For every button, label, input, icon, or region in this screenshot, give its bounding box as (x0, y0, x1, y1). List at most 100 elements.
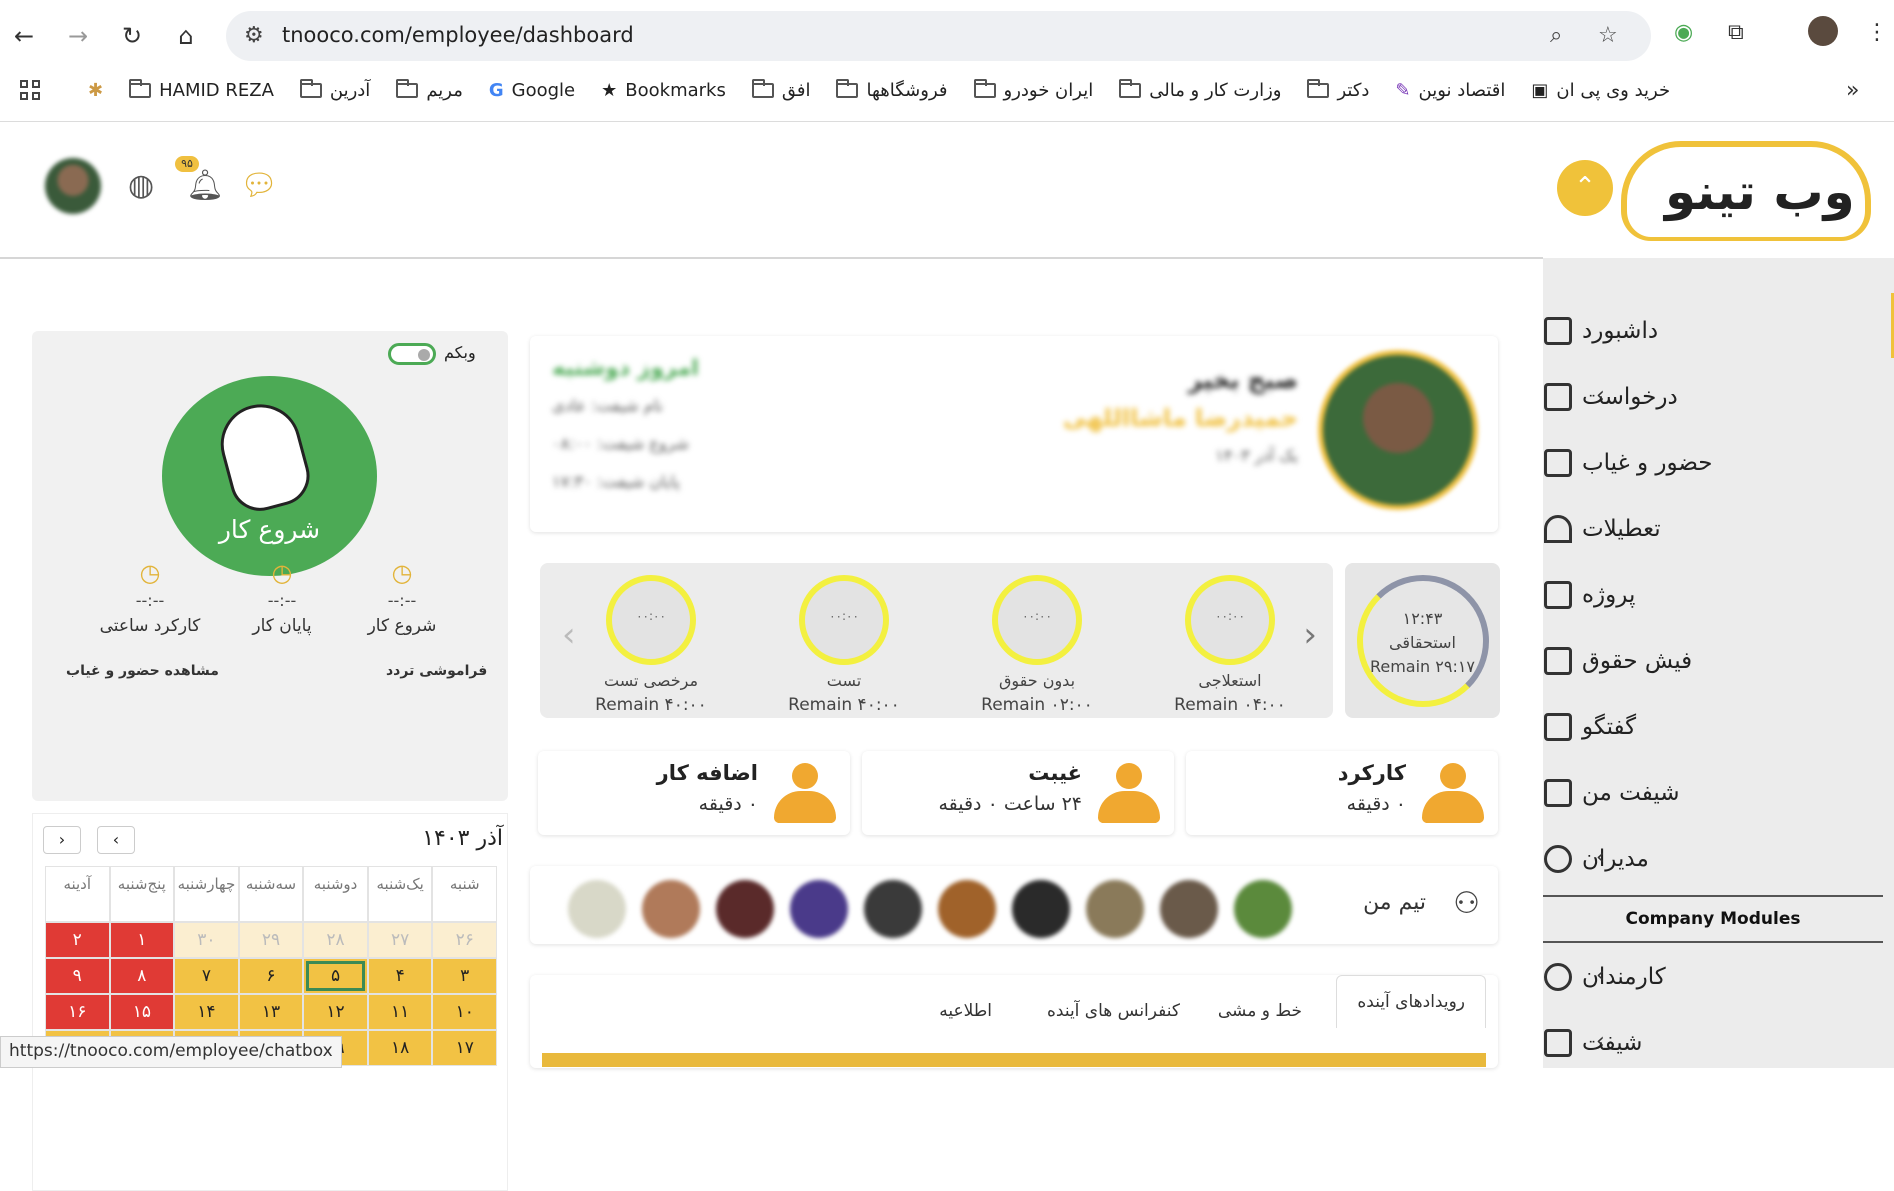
bookmark-item[interactable]: ✎ اقتصاد نوین (1395, 76, 1505, 104)
forward-icon[interactable]: → (62, 20, 94, 52)
calendar-day[interactable]: ۱۵ (109, 994, 175, 1030)
bookmark-item[interactable]: G Google (489, 76, 575, 104)
back-icon[interactable]: ← (8, 20, 40, 52)
chevron-left-icon[interactable]: ‹ (1596, 845, 1605, 870)
more-bookmarks-icon[interactable]: » (1846, 78, 1859, 103)
calendar-day[interactable]: ۱ (109, 922, 175, 958)
sidebar-item-attendance[interactable]: حضور و غیاب (1544, 443, 1844, 483)
tab-announcements[interactable]: اطلاعیه (939, 1001, 992, 1021)
bookmark-item[interactable]: ▣ خرید وی پی ان (1531, 76, 1670, 104)
chevron-left-icon[interactable]: ‹ (1596, 383, 1605, 408)
bookmark-star-icon[interactable]: ☆ (1598, 23, 1618, 48)
bookmark-item[interactable]: افق (751, 76, 810, 104)
sidebar-item-chat[interactable]: گفتگو (1544, 707, 1844, 747)
bookmark-item[interactable]: ★ Bookmarks (601, 76, 726, 104)
calendar-day[interactable]: ۴ (367, 958, 433, 994)
sidebar-item-project[interactable]: پروژه (1544, 575, 1844, 615)
reload-icon[interactable]: ↻ (116, 20, 148, 52)
tab-policy[interactable]: خط و مشی (1218, 1001, 1302, 1021)
tab-upcoming-events[interactable]: رویدادهای آینده (1336, 975, 1486, 1028)
team-avatar[interactable] (938, 880, 996, 938)
apps-grid-icon[interactable] (20, 80, 42, 102)
tab-conferences[interactable]: کنفرانس های آینده (1047, 1001, 1180, 1021)
sidebar: ⌃ وب تینو داشبورد درخواست ‹ حضور و غیاب … (1543, 123, 1894, 1068)
extensions-puzzle-icon[interactable]: ⧉ (1728, 20, 1744, 45)
sidebar-item-employees[interactable]: کارمندان (1544, 957, 1844, 997)
calendar-day[interactable]: ۲۶ (432, 922, 497, 958)
bookmark-item[interactable]: مریم (396, 76, 463, 104)
calendar-day[interactable]: ۶ (238, 958, 304, 994)
calendar-day[interactable]: ۷ (174, 958, 239, 994)
bookmark-special[interactable]: ✱ (88, 76, 103, 104)
team-avatar[interactable] (716, 880, 774, 938)
calendar-day[interactable]: ۱۸ (367, 1030, 433, 1066)
zoom-icon[interactable]: ⌕ (1550, 23, 1562, 48)
view-attendance-button[interactable]: مشاهده حضور و غیاب (66, 663, 219, 679)
sidebar-item-shift[interactable]: شیفت (1544, 1023, 1844, 1063)
team-avatar[interactable] (1234, 880, 1292, 938)
gauge-test-leave: ۰۰:۰۰ (606, 575, 696, 665)
avatar[interactable] (45, 158, 101, 214)
calendar-week: ۳ ۴ ۵ ۶ ۷ ۸ ۹ (44, 958, 497, 994)
calendar-day[interactable]: ۱۳ (238, 994, 304, 1030)
calendar-day[interactable]: ۱۶ (44, 994, 110, 1030)
calendar-day[interactable]: ۲۸ (303, 922, 368, 958)
collapse-chevron-icon[interactable]: ⌃ (1557, 160, 1613, 216)
team-avatar[interactable] (568, 880, 626, 938)
calendar-day[interactable]: ۳۰ (174, 922, 239, 958)
team-avatar[interactable] (1086, 880, 1144, 938)
team-avatar[interactable] (1012, 880, 1070, 938)
sidebar-item-dashboard[interactable]: داشبورد (1544, 311, 1844, 351)
calendar-day[interactable]: ۱۰ (432, 994, 497, 1030)
bookmark-item[interactable]: HAMID REZA (129, 76, 274, 104)
address-bar[interactable]: ⚙ tnooco.com/employee/dashboard ⌕ ☆ (226, 11, 1651, 61)
calendar-day[interactable]: ۲۹ (238, 922, 304, 958)
gauge-label: استعلاجی (1198, 671, 1262, 690)
next-month-button[interactable]: › (43, 826, 81, 854)
sidebar-item-managers[interactable]: مدیران (1544, 839, 1844, 879)
calendar-day[interactable]: ۲ (44, 922, 110, 958)
calendar-day-today[interactable]: ۵ (303, 958, 368, 994)
calendar-day[interactable]: ۳ (432, 958, 497, 994)
calendar-day[interactable]: ۱۷ (432, 1030, 497, 1066)
chat-icon[interactable]: 💬︎ (240, 168, 278, 203)
bookmark-item[interactable]: فروشگاهها (836, 76, 948, 104)
chevron-left-icon[interactable]: ‹ (1596, 1029, 1605, 1054)
start-work-button[interactable]: شروع کار (162, 376, 377, 576)
bookmark-item[interactable]: دکتر (1307, 76, 1369, 104)
calendar-day[interactable]: ۱۲ (303, 994, 368, 1030)
bookmark-item[interactable]: ایران خودرو (973, 76, 1093, 104)
extension-icon[interactable]: ◉ (1674, 20, 1693, 45)
url-text[interactable]: tnooco.com/employee/dashboard (282, 23, 634, 47)
team-avatar[interactable] (1160, 880, 1218, 938)
sidebar-item-holidays[interactable]: تعطیلات (1544, 509, 1844, 549)
calendar-day[interactable]: ۱۴ (174, 994, 239, 1030)
prev-month-button[interactable]: ‹ (97, 826, 135, 854)
calendar-day[interactable]: ۹ (44, 958, 110, 994)
team-avatar[interactable] (864, 880, 922, 938)
sidebar-item-requests[interactable]: درخواست (1544, 377, 1844, 417)
menu-dots-icon[interactable]: ⋮ (1866, 20, 1888, 45)
globe-icon[interactable]: ◍ (128, 168, 154, 203)
entitled-leave-gauge: ۱۲:۴۳ استحقاقی Remain ۲۹:۱۷ (1345, 563, 1500, 718)
bookmark-item[interactable]: آدرین (299, 76, 370, 104)
chevron-left-icon[interactable]: ‹ (1596, 963, 1605, 988)
calendar-day[interactable]: ۱۱ (367, 994, 433, 1030)
sidebar-item-payslip[interactable]: فیش حقوق (1544, 641, 1844, 681)
home-icon[interactable]: ⌂ (170, 20, 202, 52)
forgot-punch-button[interactable]: فراموشی تردد (386, 663, 487, 679)
bookmark-item[interactable]: وزارت کار و مالی (1119, 76, 1281, 104)
calendar-day[interactable]: ۲۷ (367, 922, 433, 958)
team-avatar[interactable] (790, 880, 848, 938)
chevron-left-icon[interactable]: ‹ (562, 615, 576, 655)
site-info-icon[interactable]: ⚙ (244, 23, 264, 48)
chevron-right-icon[interactable]: › (1303, 615, 1317, 655)
calendar: آذر ۱۴۰۳ › ‹ شنبه یک‌شنبه دوشنبه سه‌شنبه… (32, 813, 508, 1191)
profile-avatar[interactable] (1808, 16, 1838, 46)
bell-icon[interactable]: 🔔︎ (186, 168, 224, 203)
sidebar-item-my-shift[interactable]: شیفت من (1544, 773, 1844, 813)
webcam-toggle[interactable] (388, 343, 436, 365)
team-avatar[interactable] (642, 880, 700, 938)
gauge-label: مرخصی تست (603, 671, 699, 690)
calendar-day[interactable]: ۸ (109, 958, 175, 994)
